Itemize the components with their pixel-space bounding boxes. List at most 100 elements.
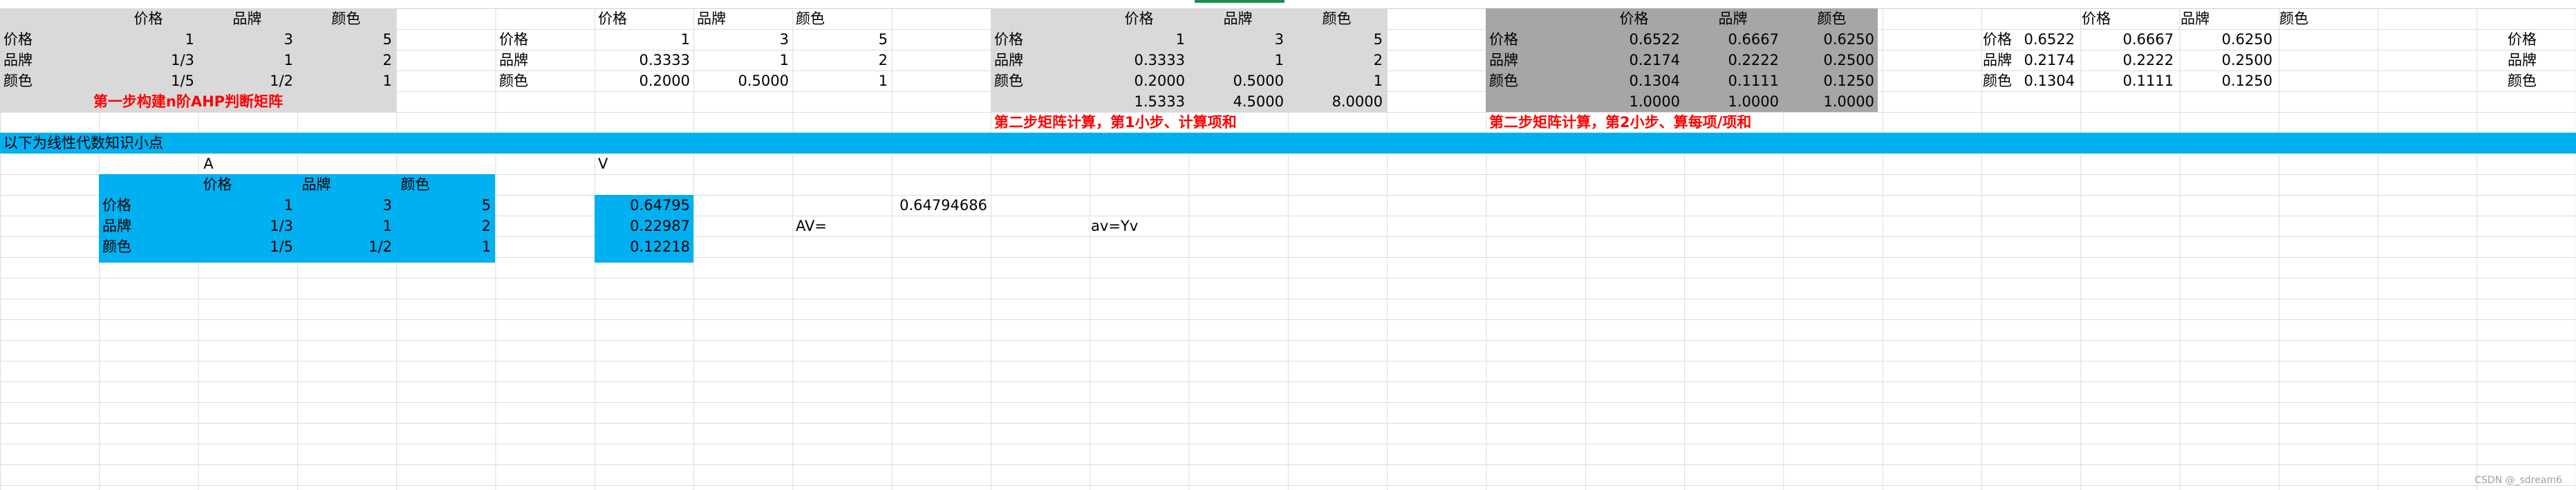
block-c-header-price[interactable]: 价格 bbox=[1090, 8, 1188, 29]
block-b-cell[interactable]: 0.5000 bbox=[693, 70, 792, 91]
block-d-cell[interactable]: 0.2222 bbox=[1683, 50, 1782, 70]
block-b-header-price[interactable]: 价格 bbox=[595, 8, 693, 29]
block-f-row-label[interactable]: 品牌 bbox=[2504, 50, 2576, 70]
block-a-cell[interactable]: 2 bbox=[297, 50, 395, 70]
block-c-cell[interactable]: 5 bbox=[1287, 29, 1386, 50]
lower-row-label[interactable]: 价格 bbox=[99, 195, 198, 216]
block-a-cell[interactable]: 5 bbox=[297, 29, 395, 50]
block-a-cell[interactable]: 3 bbox=[198, 29, 297, 50]
lower-row-label[interactable]: 品牌 bbox=[99, 216, 198, 236]
block-c-cell[interactable]: 0.5000 bbox=[1188, 70, 1287, 91]
block-b-row-label[interactable]: 品牌 bbox=[496, 50, 595, 70]
block-e-cell[interactable]: 0.1111 bbox=[2078, 70, 2177, 91]
block-d-header-price[interactable]: 价格 bbox=[1585, 8, 1683, 29]
block-a-cell[interactable]: 1 bbox=[297, 70, 395, 91]
block-d-cell[interactable]: 0.1250 bbox=[1779, 70, 1878, 91]
matrix-a-label[interactable]: A bbox=[159, 153, 258, 174]
vector-v-cell[interactable]: 0.22987 bbox=[595, 216, 693, 236]
block-b-cell[interactable]: 3 bbox=[693, 29, 792, 50]
block-e-header-color[interactable]: 颜色 bbox=[2276, 8, 2375, 29]
block-e-cell[interactable]: 0.2500 bbox=[2177, 50, 2276, 70]
block-d-cell[interactable]: 0.6667 bbox=[1683, 29, 1782, 50]
lower-row-label[interactable]: 颜色 bbox=[99, 236, 198, 257]
block-a-cell[interactable]: 1/3 bbox=[99, 50, 198, 70]
lower-cell[interactable]: 3 bbox=[297, 195, 395, 216]
block-c-note[interactable]: 第二步矩阵计算，第1小步、计算项和 bbox=[991, 112, 1350, 133]
block-d-cell[interactable]: 0.6522 bbox=[1585, 29, 1683, 50]
block-d-sum[interactable]: 1.0000 bbox=[1779, 91, 1878, 112]
product-value-cell[interactable]: 0.64794686 bbox=[892, 195, 991, 216]
lower-header-brand[interactable]: 品牌 bbox=[267, 174, 366, 195]
lower-cell[interactable]: 2 bbox=[395, 216, 494, 236]
block-c-cell[interactable]: 0.2000 bbox=[1090, 70, 1188, 91]
block-c-header-brand[interactable]: 品牌 bbox=[1188, 8, 1287, 29]
block-d-header-color[interactable]: 颜色 bbox=[1782, 8, 1881, 29]
block-b-cell[interactable]: 2 bbox=[792, 50, 891, 70]
block-b-row-label[interactable]: 颜色 bbox=[496, 70, 595, 91]
block-d-cell[interactable]: 0.2174 bbox=[1585, 50, 1683, 70]
lower-cell[interactable]: 1/3 bbox=[198, 216, 297, 236]
block-e-header-brand[interactable]: 品牌 bbox=[2177, 8, 2276, 29]
block-c-header-color[interactable]: 颜色 bbox=[1287, 8, 1386, 29]
block-b-cell[interactable]: 0.3333 bbox=[595, 50, 693, 70]
block-a-header-brand[interactable]: 品牌 bbox=[198, 8, 297, 29]
block-d-cell[interactable]: 0.6250 bbox=[1779, 29, 1878, 50]
block-e-cell[interactable]: 0.6522 bbox=[1979, 29, 2078, 50]
block-a-cell[interactable]: 1 bbox=[99, 29, 198, 50]
lower-cell[interactable]: 1 bbox=[395, 236, 494, 257]
block-a-note[interactable]: 第一步构建n阶AHP判断矩阵 bbox=[90, 91, 394, 112]
block-a-row-label[interactable]: 颜色 bbox=[0, 70, 99, 91]
block-d-cell[interactable]: 0.1304 bbox=[1585, 70, 1683, 91]
block-b-row-label[interactable]: 价格 bbox=[496, 29, 595, 50]
block-c-row-label[interactable]: 品牌 bbox=[991, 50, 1090, 70]
block-f-row-label[interactable]: 价格 bbox=[2504, 29, 2576, 50]
av-yv-label-cell[interactable]: av=Yv bbox=[1088, 216, 1186, 236]
vector-v-cell[interactable]: 0.64795 bbox=[595, 195, 693, 216]
block-d-row-label[interactable]: 颜色 bbox=[1486, 70, 1585, 91]
lower-cell[interactable]: 1/5 bbox=[198, 236, 297, 257]
block-a-row-label[interactable]: 价格 bbox=[0, 29, 99, 50]
block-a-cell[interactable]: 1/2 bbox=[198, 70, 297, 91]
block-f-row-label[interactable]: 颜色 bbox=[2504, 70, 2576, 91]
spreadsheet-grid[interactable]: 价格 品牌 颜色 价格 1 3 5 品牌 1/3 1 2 颜色 1/5 1/2 … bbox=[0, 0, 2576, 490]
lower-cell[interactable]: 5 bbox=[395, 195, 494, 216]
linear-algebra-banner[interactable]: 以下为线性代数知识小点 bbox=[0, 133, 415, 153]
block-d-row-label[interactable]: 品牌 bbox=[1486, 50, 1585, 70]
block-c-cell[interactable]: 1 bbox=[1287, 70, 1386, 91]
block-e-cell[interactable]: 0.2174 bbox=[1979, 50, 2078, 70]
block-b-cell[interactable]: 1 bbox=[693, 50, 792, 70]
lower-cell[interactable]: 1 bbox=[297, 216, 395, 236]
block-d-sum[interactable]: 1.0000 bbox=[1585, 91, 1683, 112]
block-c-row-label[interactable]: 颜色 bbox=[991, 70, 1090, 91]
block-b-cell[interactable]: 5 bbox=[792, 29, 891, 50]
lower-cell[interactable]: 1/2 bbox=[297, 236, 395, 257]
block-e-cell[interactable]: 0.1250 bbox=[2177, 70, 2276, 91]
block-b-cell[interactable]: 1 bbox=[595, 29, 693, 50]
lower-header-color[interactable]: 颜色 bbox=[366, 174, 465, 195]
block-d-cell[interactable]: 0.1111 bbox=[1683, 70, 1782, 91]
block-a-cell[interactable]: 1 bbox=[198, 50, 297, 70]
block-d-cell[interactable]: 0.2500 bbox=[1779, 50, 1878, 70]
block-d-note[interactable]: 第二步矩阵计算，第2小步、算每项/项和 bbox=[1486, 112, 1845, 133]
block-c-cell[interactable]: 3 bbox=[1188, 29, 1287, 50]
block-c-sum[interactable]: 1.5333 bbox=[1090, 91, 1188, 112]
block-a-header-color[interactable]: 颜色 bbox=[297, 8, 395, 29]
block-e-cell[interactable]: 0.6667 bbox=[2078, 29, 2177, 50]
block-d-row-label[interactable]: 价格 bbox=[1486, 29, 1585, 50]
block-b-header-brand[interactable]: 品牌 bbox=[693, 8, 792, 29]
vector-v-label[interactable]: V bbox=[595, 153, 693, 174]
av-label-cell[interactable]: AV= bbox=[792, 216, 891, 236]
block-b-cell[interactable]: 0.2000 bbox=[595, 70, 693, 91]
block-c-row-label[interactable]: 价格 bbox=[991, 29, 1090, 50]
block-a-cell[interactable]: 1/5 bbox=[99, 70, 198, 91]
block-c-cell[interactable]: 1 bbox=[1090, 29, 1188, 50]
block-e-header-price[interactable]: 价格 bbox=[2078, 8, 2177, 29]
block-b-cell[interactable]: 1 bbox=[792, 70, 891, 91]
block-a-row-label[interactable]: 品牌 bbox=[0, 50, 99, 70]
block-e-cell[interactable]: 0.2222 bbox=[2078, 50, 2177, 70]
block-c-cell[interactable]: 1 bbox=[1188, 50, 1287, 70]
lower-header-price[interactable]: 价格 bbox=[168, 174, 267, 195]
block-b-header-color[interactable]: 颜色 bbox=[792, 8, 891, 29]
block-e-cell[interactable]: 0.6250 bbox=[2177, 29, 2276, 50]
block-e-cell[interactable]: 0.1304 bbox=[1979, 70, 2078, 91]
